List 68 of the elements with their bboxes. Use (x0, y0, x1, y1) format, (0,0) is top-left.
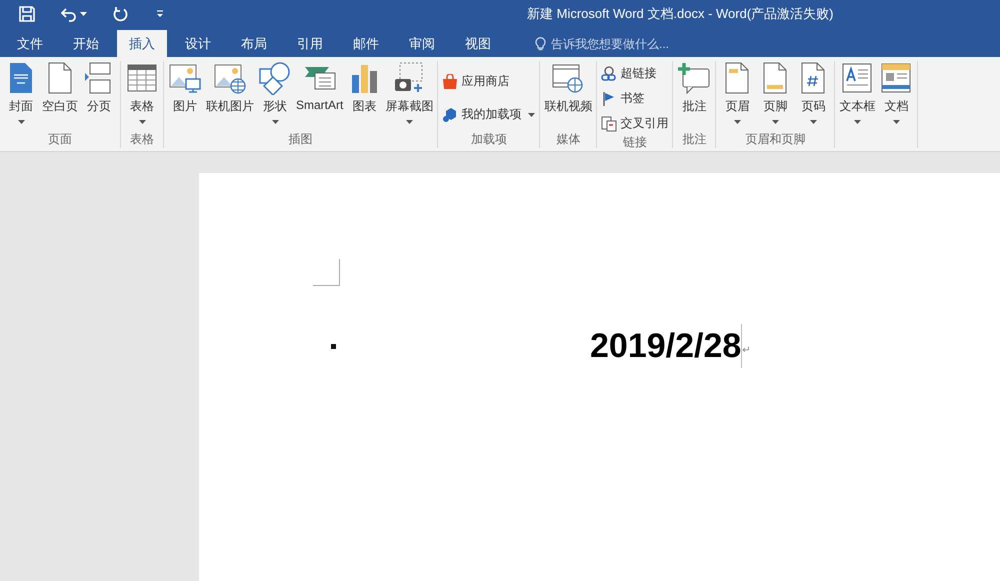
ribbon-button[interactable]: 联机图片 (204, 61, 256, 131)
add-in-icon (442, 106, 458, 122)
caret-icon (406, 120, 413, 124)
ribbon-button[interactable]: 封面 (2, 61, 40, 131)
caret-icon[interactable] (80, 12, 87, 16)
caret-icon (138, 120, 146, 124)
group-label: 批注 (681, 131, 708, 148)
save-icon[interactable] (19, 6, 35, 22)
ribbon-tab[interactable]: 邮件 (341, 30, 391, 57)
group-label: 链接 (622, 134, 648, 151)
ribbon-button[interactable]: 交叉引用 (599, 113, 670, 134)
ribbon-button[interactable]: 我的加载项 (440, 104, 538, 125)
caret-icon (810, 120, 817, 124)
ribbon-button[interactable]: 联机视频 (542, 61, 594, 131)
group-label: 表格 (129, 131, 155, 148)
caret-icon (528, 112, 536, 116)
store-icon (442, 74, 458, 90)
ribbon-button[interactable]: 表格 (123, 61, 161, 131)
ribbon-tab[interactable]: 引用 (285, 30, 335, 57)
group-label: 插图 (288, 131, 314, 148)
ribbon-button[interactable]: 书签 (599, 88, 670, 109)
paragraph-mark: ↵ (742, 345, 751, 356)
caret-icon (18, 120, 24, 124)
group-label: 页面 (47, 131, 73, 148)
ribbon-tab[interactable]: 开始 (61, 30, 111, 57)
ribbon-button[interactable]: 形状 (256, 61, 294, 131)
group-label: 页眉和页脚 (744, 131, 806, 148)
ribbon-button[interactable]: 文档 (877, 61, 916, 131)
ribbon-button[interactable]: 批注 (675, 61, 714, 131)
caret-icon (272, 120, 278, 124)
ribbon-button[interactable]: 页码 (794, 61, 832, 131)
text-box-icon (840, 61, 874, 95)
ribbon-button[interactable]: 图片 (166, 61, 204, 131)
ribbon-button[interactable]: 页脚 (756, 61, 794, 131)
caret-icon (772, 120, 779, 124)
hyperlink-icon (601, 66, 618, 82)
quick-parts-icon (879, 61, 914, 95)
ribbon-button[interactable]: 图表 (345, 61, 384, 131)
cross-reference-icon (601, 116, 618, 132)
date-text: 2019/2/28 (590, 326, 742, 366)
caret-icon (734, 120, 741, 124)
caret-icon (854, 120, 861, 124)
ribbon-tab[interactable]: 审阅 (397, 30, 447, 57)
window-title: 新建 Microsoft Word 文档.docx - Word(产品激活失败) (526, 4, 834, 22)
tell-me-field[interactable]: 告诉我您想要做什么... (551, 36, 701, 50)
caret-icon (892, 120, 900, 124)
ribbon-tab[interactable]: 设计 (173, 30, 223, 57)
ribbon-tab[interactable]: 插入 (117, 30, 167, 57)
ribbon-button[interactable]: 应用商店 (440, 71, 538, 92)
group-label: 加载项 (470, 131, 508, 148)
margin-corner-mark (313, 259, 340, 286)
ribbon-tab[interactable]: 视图 (453, 30, 503, 57)
ribbon-button[interactable]: 文本框 (837, 61, 878, 131)
ribbon-button[interactable]: SmartArt (294, 61, 346, 131)
ribbon-button[interactable]: 页眉 (718, 61, 756, 131)
redo-icon[interactable] (113, 6, 129, 22)
shapes-icon (258, 61, 292, 95)
ribbon-tab[interactable]: 文件 (5, 30, 55, 57)
comment-icon (677, 61, 712, 95)
ribbon-button[interactable]: 空白页 (40, 61, 80, 131)
lightbulb-icon (535, 36, 546, 51)
ribbon-tab[interactable]: 布局 (229, 30, 279, 57)
customize-icon[interactable] (155, 8, 165, 18)
undo-icon[interactable] (61, 6, 77, 22)
group-label: 媒体 (555, 131, 582, 148)
ribbon-button[interactable]: 超链接 (599, 63, 670, 84)
ribbon-button[interactable]: 屏幕截图 (383, 61, 436, 131)
ribbon-button[interactable]: 分页 (80, 61, 118, 131)
